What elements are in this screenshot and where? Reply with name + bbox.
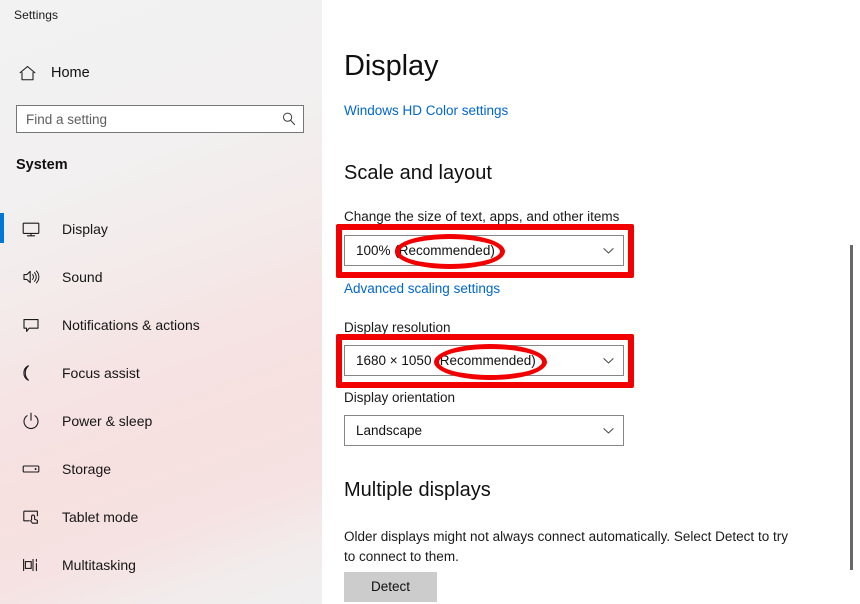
resolution-label: Display resolution (344, 320, 451, 335)
sidebar-item-multitasking-label: Multitasking (62, 557, 136, 573)
chevron-down-icon (593, 424, 623, 437)
sidebar-item-focus-assist[interactable]: Focus assist (0, 349, 322, 397)
sidebar-item-home[interactable]: Home (0, 57, 322, 89)
home-icon (8, 64, 46, 83)
search-box[interactable] (16, 105, 304, 133)
window-title: Settings (14, 8, 59, 22)
storage-icon (14, 459, 48, 479)
sidebar-item-notifications[interactable]: Notifications & actions (0, 301, 322, 349)
chevron-down-icon (593, 354, 623, 367)
power-icon (14, 411, 48, 431)
sidebar-item-notifications-label: Notifications & actions (62, 317, 200, 333)
multitasking-icon (14, 555, 48, 575)
orientation-dropdown[interactable]: Landscape (344, 415, 624, 446)
chevron-down-icon (593, 244, 623, 257)
scrollbar-track[interactable] (847, 30, 857, 604)
settings-window: Settings Home System (0, 0, 860, 604)
sidebar-item-display[interactable]: Display (0, 205, 322, 253)
scale-label: Change the size of text, apps, and other… (344, 209, 620, 224)
page-title: Display (344, 50, 439, 82)
detect-button[interactable]: Detect (344, 572, 437, 602)
selection-indicator (0, 213, 4, 243)
sidebar-item-power-sleep-label: Power & sleep (62, 413, 153, 429)
scrollbar-thumb[interactable] (850, 245, 853, 570)
scale-dropdown-value: 100% (Recommended) (356, 243, 495, 258)
orientation-label: Display orientation (344, 390, 456, 405)
sidebar-item-power-sleep[interactable]: Power & sleep (0, 397, 322, 445)
hd-color-settings-link[interactable]: Windows HD Color settings (344, 103, 508, 118)
search-icon (275, 111, 303, 127)
scale-and-layout-heading: Scale and layout (344, 162, 492, 184)
sidebar-item-storage-label: Storage (62, 461, 112, 477)
sidebar-item-home-label: Home (51, 65, 90, 81)
sidebar-item-focus-assist-label: Focus assist (62, 365, 140, 381)
sidebar-item-sound-label: Sound (62, 269, 103, 285)
main-content: Display Windows HD Color settings Scale … (322, 0, 860, 604)
advanced-scaling-settings-link[interactable]: Advanced scaling settings (344, 281, 500, 296)
multiple-displays-description: Older displays might not always connect … (344, 529, 788, 564)
notification-icon (14, 315, 48, 335)
orientation-dropdown-value: Landscape (356, 423, 423, 438)
speaker-icon (14, 267, 48, 287)
multiple-displays-heading: Multiple displays (344, 479, 491, 501)
tablet-icon (14, 507, 48, 527)
moon-icon (14, 363, 48, 383)
search-input[interactable] (17, 106, 275, 132)
sidebar-item-tablet-mode-label: Tablet mode (62, 509, 139, 525)
monitor-icon (14, 219, 48, 239)
sidebar-item-tablet-mode[interactable]: Tablet mode (0, 493, 322, 541)
sidebar-section-header: System (16, 157, 68, 173)
sidebar-nav: Display Sound Notifications & actions Fo… (0, 205, 322, 589)
sidebar-item-multitasking[interactable]: Multitasking (0, 541, 322, 589)
resolution-dropdown[interactable]: 1680 × 1050 (Recommended) (344, 345, 624, 376)
sidebar-item-sound[interactable]: Sound (0, 253, 322, 301)
sidebar: Settings Home System (0, 0, 322, 604)
sidebar-item-display-label: Display (62, 221, 108, 237)
scale-dropdown[interactable]: 100% (Recommended) (344, 235, 624, 266)
sidebar-item-storage[interactable]: Storage (0, 445, 322, 493)
resolution-dropdown-value: 1680 × 1050 (Recommended) (356, 353, 536, 368)
